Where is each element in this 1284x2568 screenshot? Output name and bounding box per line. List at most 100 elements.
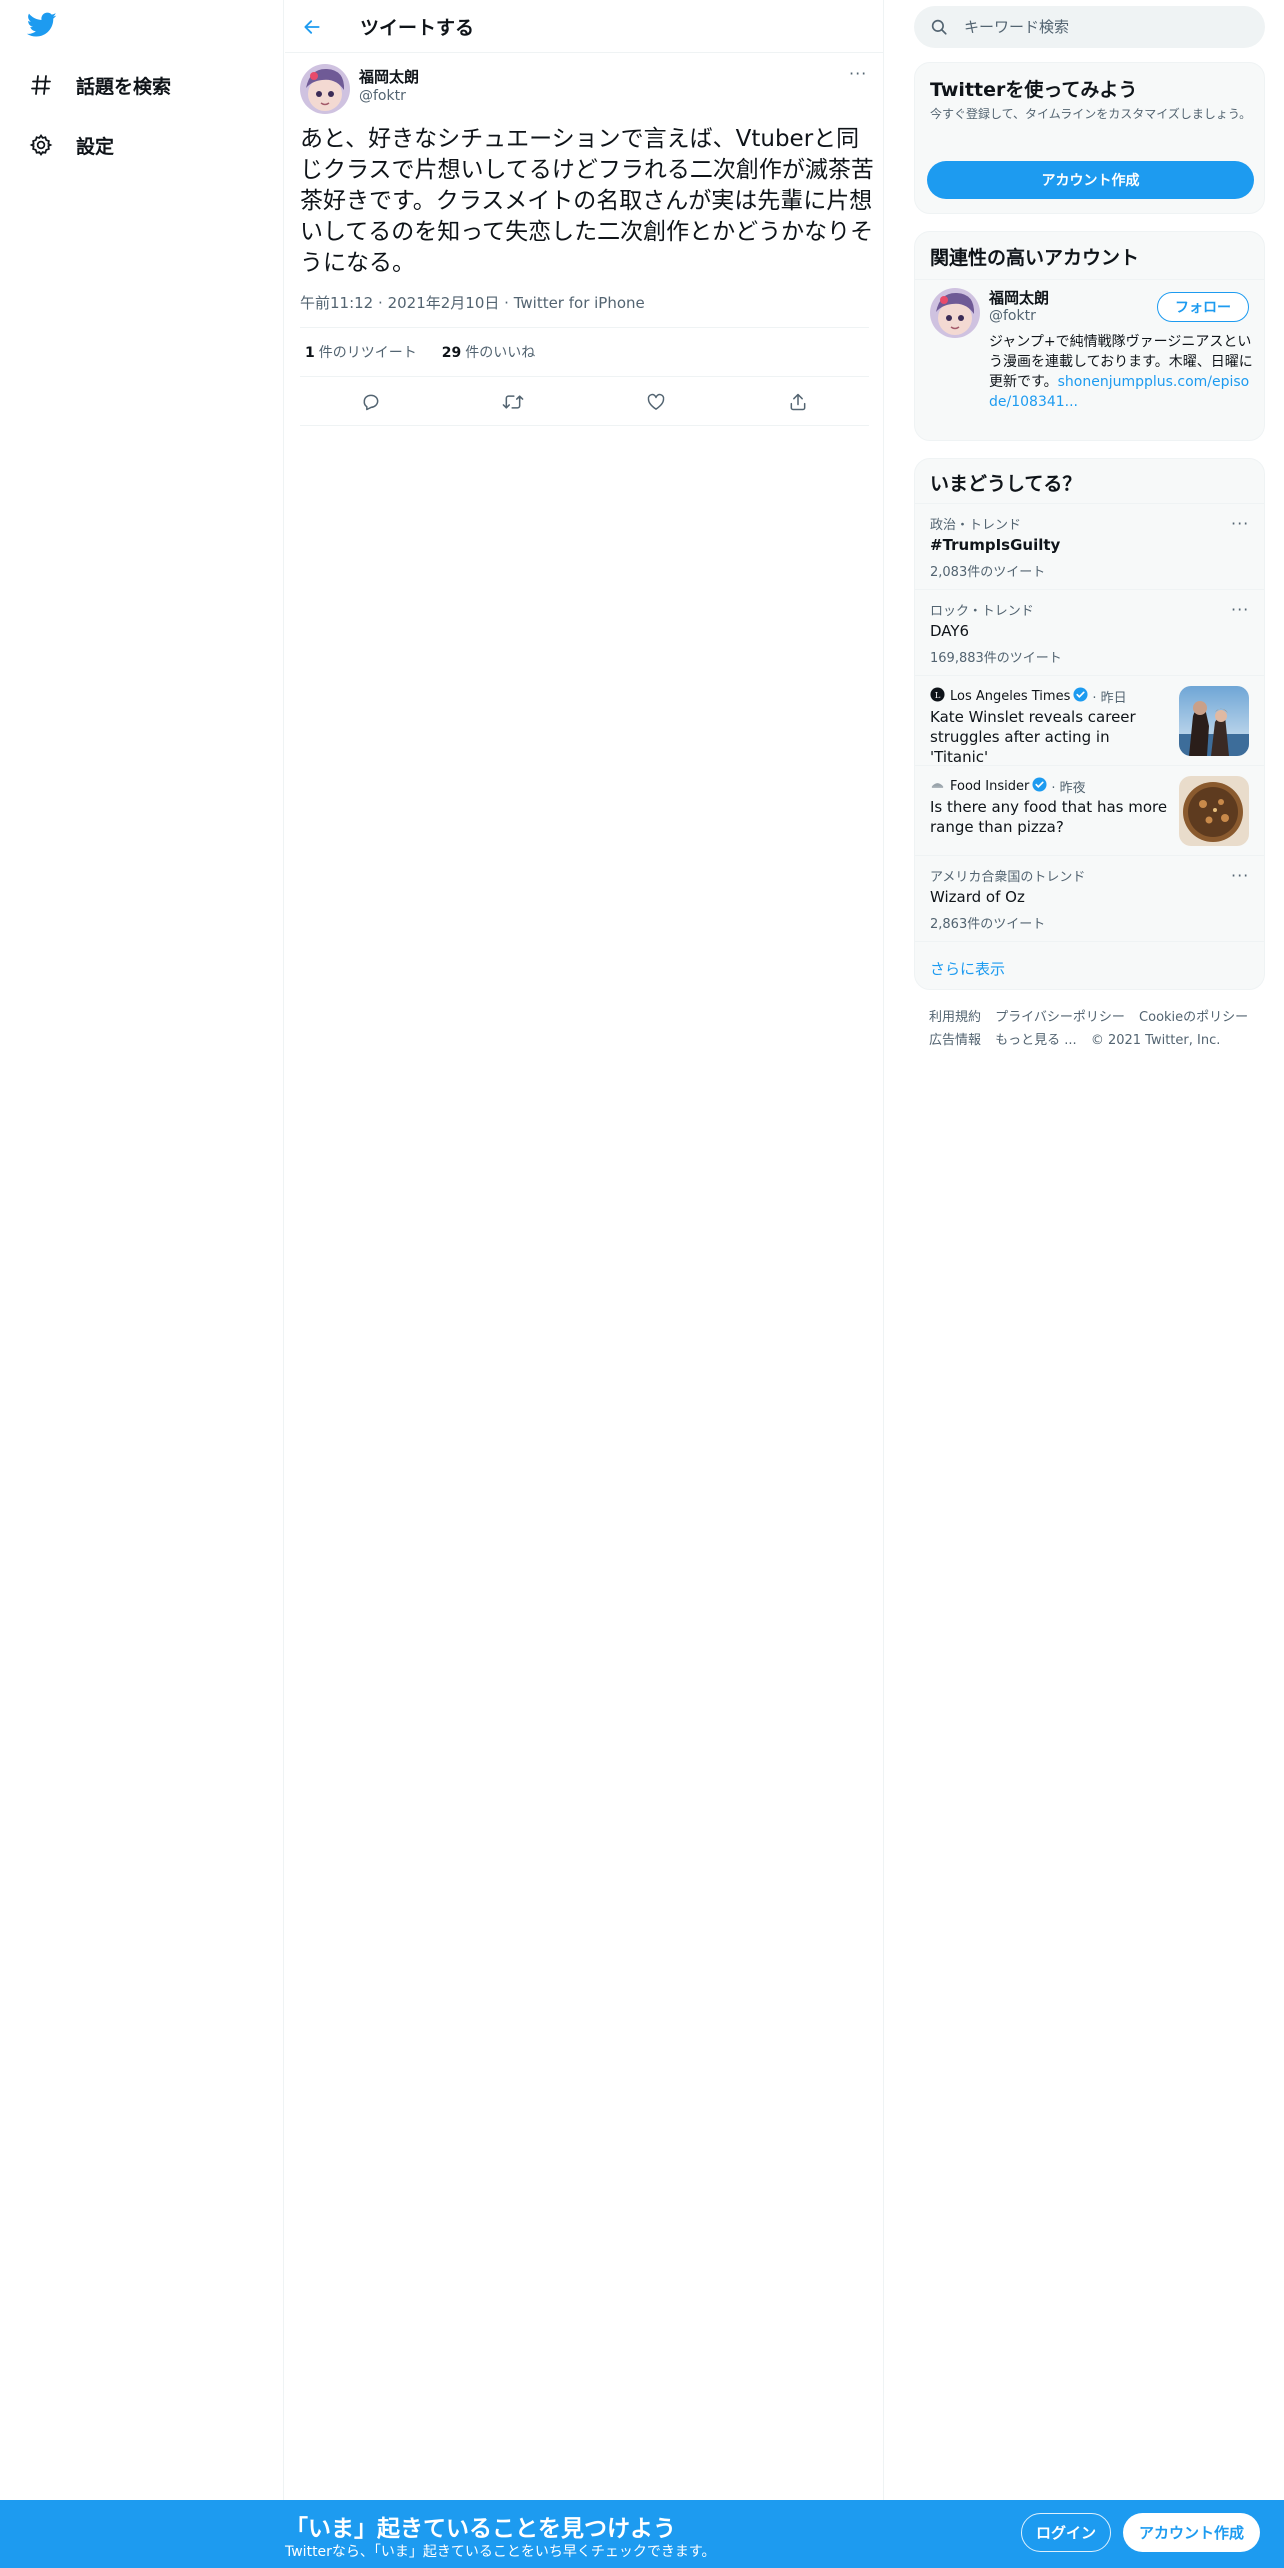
share-icon[interactable] bbox=[781, 385, 815, 419]
author-avatar[interactable] bbox=[300, 64, 350, 114]
news-source-name: Los Angeles Times bbox=[950, 689, 1071, 704]
tweet-text: あと、好きなシチュエーションで言えば、Vtuberと同じクラスで片想いしてるけど… bbox=[300, 126, 874, 276]
twitter-bird-icon[interactable] bbox=[26, 12, 63, 44]
ellipsis-icon[interactable]: ··· bbox=[1231, 866, 1249, 885]
trend-item[interactable]: アメリカ合衆国のトレンド Wizard of Oz 2,863件のツイート ··… bbox=[915, 855, 1264, 941]
reply-icon[interactable] bbox=[354, 385, 388, 419]
trends-card: いまどうしてる？ 政治・トレンド #TrumpIsGuilty 2,083件のツ… bbox=[914, 458, 1265, 990]
copyright: © 2021 Twitter, Inc. bbox=[1090, 1033, 1221, 1048]
related-handle[interactable]: @foktr bbox=[989, 308, 1036, 324]
trend-meta: 政治・トレンド bbox=[930, 518, 1022, 533]
retweet-count: 1 bbox=[305, 345, 315, 361]
news-thumbnail bbox=[1179, 776, 1249, 846]
signup-banner: 「いま」起きていることを見つけよう Twitterなら、「いま」起きていることを… bbox=[0, 2500, 1284, 2568]
trend-count: 2,863件のツイート bbox=[930, 917, 1046, 932]
trend-item[interactable]: 政治・トレンド #TrumpIsGuilty 2,083件のツイート ··· bbox=[915, 503, 1264, 589]
separator: · bbox=[504, 294, 514, 312]
login-button[interactable]: ログイン bbox=[1021, 2513, 1111, 2552]
related-name[interactable]: 福岡太朗 bbox=[989, 287, 1049, 308]
nav-settings[interactable]: 設定 bbox=[26, 125, 114, 165]
trend-title: #TrumpIsGuilty bbox=[930, 536, 1061, 554]
like-icon[interactable] bbox=[639, 385, 673, 419]
retweet-label: 件のリツイート bbox=[318, 345, 417, 361]
nav-explore[interactable]: 話題を検索 bbox=[26, 65, 171, 105]
signup-card-title: Twitterを使ってみよう bbox=[930, 79, 1138, 101]
create-account-button[interactable]: アカウント作成 bbox=[927, 161, 1254, 199]
tweet-stats: 1 件のリツイート 29 件のいいね bbox=[300, 327, 869, 377]
footer-links: 利用規約 プライバシーポリシー Cookieのポリシー 広告情報 もっと見る .… bbox=[929, 1006, 1259, 1052]
trend-item[interactable]: ロック・トレンド DAY6 169,883件のツイート ··· bbox=[915, 589, 1264, 675]
banner-subtitle: Twitterなら、「いま」起きていることをいち早くチェックできます。 bbox=[285, 2544, 716, 2560]
separator: · bbox=[378, 294, 388, 312]
hashtag-icon bbox=[26, 70, 56, 100]
banner-title: 「いま」起きていることを見つけよう bbox=[285, 2516, 676, 2542]
ellipsis-icon[interactable]: ··· bbox=[849, 64, 867, 83]
trend-count: 2,083件のツイート bbox=[930, 565, 1046, 580]
divider bbox=[915, 279, 1264, 280]
svg-text:L: L bbox=[935, 690, 941, 700]
tweet-source[interactable]: Twitter for iPhone bbox=[514, 294, 645, 312]
news-source: L Los Angeles Times · 昨日 bbox=[930, 687, 1127, 706]
related-accounts-card: 関連性の高いアカウント 福岡太朗 @foktr フォロー ジャンプ+で純情戦隊ヴ… bbox=[914, 231, 1265, 441]
tweet-time[interactable]: 午前11:12 bbox=[300, 294, 373, 312]
follow-button[interactable]: フォロー bbox=[1157, 292, 1249, 322]
gear-icon bbox=[26, 130, 56, 160]
nav-settings-label: 設定 bbox=[76, 135, 115, 158]
news-item[interactable]: L Los Angeles Times · 昨日 Kate Winslet re… bbox=[915, 675, 1264, 766]
tweet-date[interactable]: 2021年2月10日 bbox=[388, 294, 500, 312]
news-item[interactable]: Food Insider · 昨夜 Is there any food that… bbox=[915, 765, 1264, 855]
ellipsis-icon[interactable]: ··· bbox=[1231, 514, 1249, 533]
news-headline: Kate Winslet reveals career struggles af… bbox=[930, 708, 1136, 766]
like-stat[interactable]: 29 件のいいね bbox=[442, 342, 535, 362]
signup-button[interactable]: アカウント作成 bbox=[1123, 2513, 1260, 2552]
footer-link[interactable]: 広告情報 bbox=[929, 1033, 981, 1048]
news-time-value: 昨日 bbox=[1100, 691, 1127, 706]
left-navigation: 話題を検索 設定 bbox=[0, 0, 284, 2568]
page-header: ツイートする bbox=[285, 0, 884, 53]
news-source-name: Food Insider bbox=[950, 779, 1030, 794]
nav-explore-label: 話題を検索 bbox=[76, 75, 172, 98]
related-avatar[interactable] bbox=[930, 288, 980, 338]
page-title: ツイートする bbox=[360, 17, 475, 39]
food-insider-logo-icon bbox=[930, 777, 945, 796]
news-thumbnail bbox=[1179, 686, 1249, 756]
trend-count: 169,883件のツイート bbox=[930, 651, 1062, 666]
footer-link[interactable]: もっと見る ... bbox=[995, 1033, 1077, 1048]
related-accounts-title: 関連性の高いアカウント bbox=[930, 247, 1140, 269]
news-time: · 昨夜 bbox=[1051, 781, 1086, 796]
show-more-link[interactable]: さらに表示 bbox=[915, 941, 1264, 989]
show-more-label: さらに表示 bbox=[930, 960, 1006, 978]
author-name[interactable]: 福岡太朗 bbox=[359, 66, 419, 87]
search-input[interactable] bbox=[964, 16, 1244, 38]
trend-meta: アメリカ合衆国のトレンド bbox=[930, 870, 1086, 885]
footer-link[interactable]: プライバシーポリシー bbox=[995, 1010, 1125, 1025]
retweet-stat[interactable]: 1 件のリツイート bbox=[305, 342, 417, 362]
ellipsis-icon[interactable]: ··· bbox=[1231, 600, 1249, 619]
author-handle[interactable]: @foktr bbox=[359, 88, 406, 104]
search-box bbox=[914, 6, 1265, 48]
related-bio: ジャンプ+で純情戦隊ヴァージニアスという漫画を連載しております。木曜、日曜に更新… bbox=[989, 332, 1253, 412]
tweet-actions bbox=[300, 378, 869, 426]
trend-meta: ロック・トレンド bbox=[930, 604, 1034, 619]
news-time-value: 昨夜 bbox=[1059, 781, 1086, 796]
trend-title: DAY6 bbox=[930, 622, 970, 640]
news-headline: Is there any food that has more range th… bbox=[930, 798, 1168, 836]
search-icon bbox=[930, 18, 948, 40]
like-label: 件のいいね bbox=[465, 345, 536, 361]
news-time: · 昨日 bbox=[1092, 691, 1127, 706]
verified-badge-icon bbox=[1073, 687, 1088, 706]
tweet-meta: 午前11:12 · 2021年2月10日 · Twitter for iPhon… bbox=[300, 292, 645, 313]
trend-title: Wizard of Oz bbox=[930, 888, 1025, 906]
like-count: 29 bbox=[441, 345, 462, 361]
signup-card-description: 今すぐ登録して、タイムラインをカスタマイズしましょう。 bbox=[930, 107, 1252, 121]
footer-link[interactable]: 利用規約 bbox=[929, 1010, 981, 1025]
trends-title: いまどうしてる？ bbox=[930, 473, 1082, 495]
footer-link[interactable]: Cookieのポリシー bbox=[1139, 1010, 1248, 1025]
la-times-logo-icon: L bbox=[930, 687, 945, 706]
retweet-icon[interactable] bbox=[496, 385, 530, 419]
signup-card: Twitterを使ってみよう 今すぐ登録して、タイムラインをカスタマイズしましょ… bbox=[914, 62, 1265, 214]
arrow-left-icon[interactable] bbox=[297, 12, 327, 42]
main-column: ツイートする 福岡太朗 @foktr ··· あと、好きなシチュエーションで言え… bbox=[285, 0, 884, 2568]
verified-badge-icon bbox=[1032, 777, 1047, 796]
news-source: Food Insider · 昨夜 bbox=[930, 777, 1086, 796]
